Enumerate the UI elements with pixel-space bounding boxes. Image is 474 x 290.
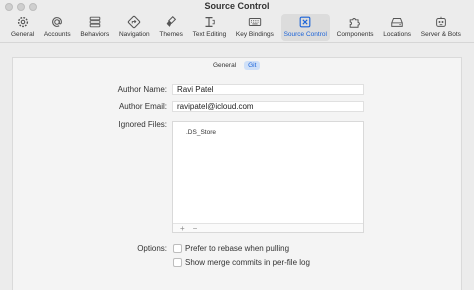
window-title: Source Control: [204, 1, 270, 11]
ignored-files-label: Ignored Files:: [118, 120, 167, 129]
at-icon: [52, 17, 63, 27]
gear-icon: [17, 16, 28, 28]
toolbar-item-server-bots[interactable]: Server & Bots: [418, 14, 464, 41]
toolbar-label: Components: [336, 31, 374, 38]
merge-commits-label[interactable]: Show merge commits in per-file log: [185, 258, 310, 267]
tab-general[interactable]: General: [209, 61, 240, 70]
toolbar-item-themes[interactable]: Themes: [156, 14, 185, 41]
toolbar-item-components[interactable]: Components: [334, 14, 377, 41]
ignored-files-list[interactable]: .DS_Store + −: [172, 121, 364, 233]
options-label: Options:: [137, 244, 167, 253]
author-name-label: Author Name:: [117, 85, 167, 94]
author-email-field[interactable]: ravipatel@icloud.com: [172, 101, 364, 112]
source-control-icon: [299, 16, 311, 28]
toolbar-label: Accounts: [43, 31, 71, 38]
sliders-icon: [89, 16, 101, 28]
source-control-tabs: General Git: [209, 61, 261, 70]
text-cursor-icon: [205, 17, 216, 27]
toolbar-label: Themes: [159, 31, 183, 38]
brush-icon: [166, 16, 177, 27]
toolbar-label: Locations: [383, 31, 412, 38]
toolbar-label: Key Bindings: [235, 31, 274, 38]
toolbar-item-text-editing[interactable]: Text Editing: [190, 14, 230, 41]
add-button[interactable]: +: [180, 224, 185, 233]
toolbar-label: Server & Bots: [420, 31, 461, 38]
preferences-toolbar: General Accounts Behaviors Navigation Th…: [0, 14, 474, 43]
robot-icon: [435, 16, 446, 27]
puzzle-icon: [349, 18, 360, 28]
author-name-field[interactable]: Ravi Patel: [172, 84, 364, 95]
rebase-checkbox[interactable]: [173, 244, 182, 253]
toolbar-item-general[interactable]: General: [8, 14, 37, 41]
toolbar-item-behaviors[interactable]: Behaviors: [77, 14, 112, 41]
toolbar-label: Navigation: [118, 31, 150, 38]
preferences-window: Source Control General Accounts Behavior…: [0, 0, 474, 290]
list-item[interactable]: .DS_Store: [186, 129, 216, 136]
remove-button[interactable]: −: [193, 224, 198, 233]
compass-icon: [128, 15, 141, 29]
toolbar-item-source-control[interactable]: Source Control: [280, 14, 330, 41]
keyboard-icon: [248, 18, 262, 26]
toolbar-item-locations[interactable]: Locations: [380, 14, 414, 41]
toolbar-label: Behaviors: [80, 31, 110, 38]
toolbar-label: Source Control: [283, 31, 327, 38]
title-bar: Source Control: [0, 0, 474, 14]
toolbar-label: General: [11, 31, 35, 38]
merge-commits-checkbox[interactable]: [173, 258, 182, 267]
author-email-label: Author Email:: [118, 102, 167, 111]
drive-icon: [391, 18, 403, 27]
toolbar-item-accounts[interactable]: Accounts: [41, 14, 74, 41]
tab-git[interactable]: Git: [244, 61, 261, 70]
toolbar-label: Text Editing: [192, 31, 227, 38]
toolbar-item-key-bindings[interactable]: Key Bindings: [233, 14, 277, 41]
rebase-label[interactable]: Prefer to rebase when pulling: [185, 244, 289, 253]
toolbar-item-navigation[interactable]: Navigation: [116, 14, 153, 41]
list-footer: + −: [173, 223, 363, 233]
